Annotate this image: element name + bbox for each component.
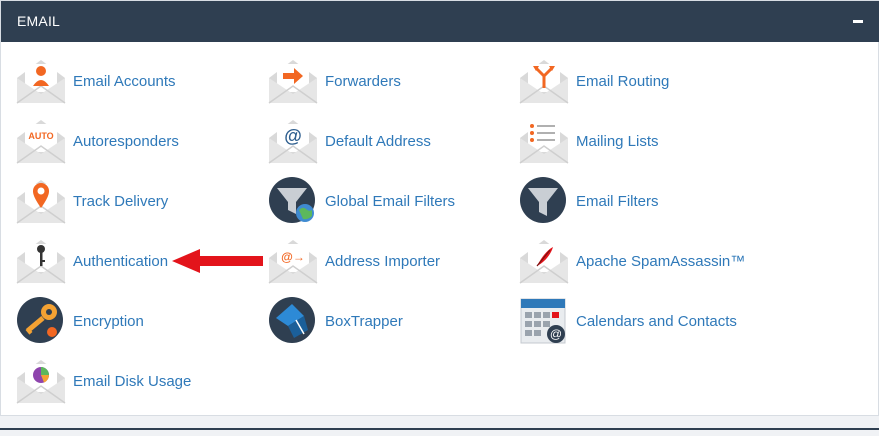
icon-text: AUTO [28,131,53,141]
svg-text:@: @ [550,327,562,341]
authentication-link[interactable]: Authentication [16,236,168,286]
mailing-lists-icon [519,120,569,164]
item-label: Encryption [73,312,144,330]
email-panel: EMAIL Email Accounts Forwarders Email Ro… [0,0,879,416]
item-label: Email Disk Usage [73,372,192,390]
item-label: BoxTrapper [325,312,403,330]
item-label: Address Importer [325,252,441,270]
item-label: Email Routing [576,72,670,90]
boxtrapper-icon [269,297,315,343]
autoresponders-link[interactable]: AUTO Autoresponders [16,116,179,166]
email-disk-usage-icon [16,360,66,404]
global-email-filters-icon [269,177,315,223]
email-routing-link[interactable]: Email Routing [519,56,669,106]
encryption-icon [17,297,63,343]
default-address-icon: @ [268,120,318,164]
icon-text: @ [284,126,302,146]
item-label: Global Email Filters [325,192,456,210]
email-panel-header[interactable]: EMAIL [1,1,879,42]
item-label: Authentication [73,252,169,270]
calendars-contacts-icon: @ [520,298,566,344]
forwarders-link[interactable]: Forwarders [268,56,401,106]
item-label: Mailing Lists [576,132,659,150]
autoresponders-icon: AUTO [16,120,66,164]
item-label: Apache SpamAssassin™ [576,252,746,270]
boxtrapper-link[interactable]: BoxTrapper [268,296,403,346]
item-label: Forwarders [325,72,401,90]
global-email-filters-link[interactable]: Global Email Filters [268,176,455,226]
icon-text: @→ [281,250,305,264]
mailing-lists-link[interactable]: Mailing Lists [519,116,659,166]
email-disk-usage-link[interactable]: Email Disk Usage [16,356,191,406]
email-filters-icon [520,177,566,223]
item-label: Track Delivery [73,192,169,210]
address-importer-link[interactable]: @→ Address Importer [268,236,440,286]
forwarders-icon [268,60,318,104]
section-title: EMAIL [17,13,61,29]
default-address-link[interactable]: @ Default Address [268,116,431,166]
email-accounts-link[interactable]: Email Accounts [16,56,176,106]
email-routing-icon [519,60,569,104]
item-label: Default Address [325,132,431,150]
email-accounts-icon [16,60,66,104]
email-filters-link[interactable]: Email Filters [519,176,659,226]
authentication-icon [16,240,66,284]
spamassassin-icon [519,240,569,284]
item-label: Email Accounts [73,72,176,90]
item-label: Calendars and Contacts [576,312,737,330]
track-delivery-icon [16,180,66,224]
spamassassin-link[interactable]: Apache SpamAssassin™ [519,236,745,286]
encryption-link[interactable]: Encryption [16,296,144,346]
item-label: Autoresponders [73,132,179,150]
item-label: Email Filters [576,192,659,210]
next-section-border [0,428,879,430]
red-arrow-annotation [172,249,263,273]
track-delivery-link[interactable]: Track Delivery [16,176,168,226]
calendars-contacts-link[interactable]: @ Calendars and Contacts [519,296,737,346]
collapse-icon[interactable] [850,13,866,29]
address-importer-icon: @→ [268,240,318,284]
